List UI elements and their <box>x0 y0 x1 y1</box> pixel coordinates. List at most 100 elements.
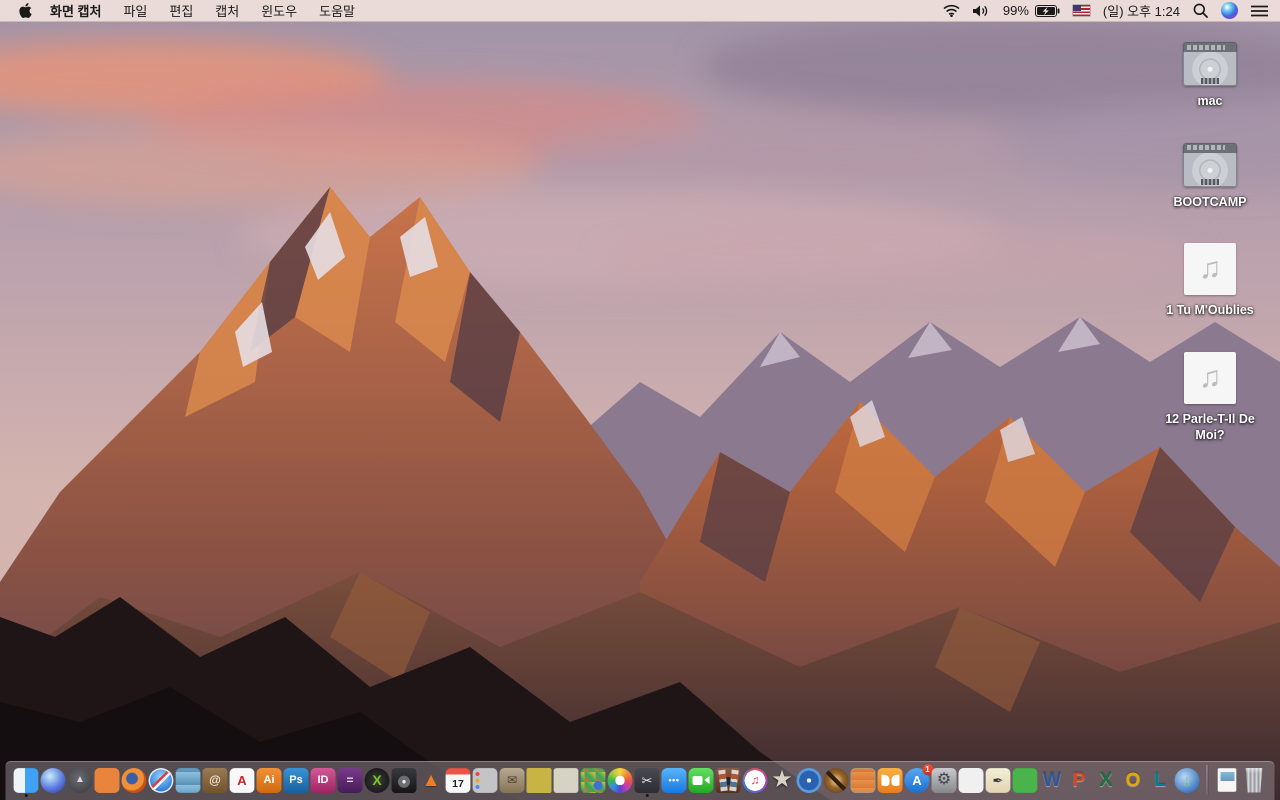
desktop-icon-tu-moublies[interactable]: ♫ 1 Tu M'Oublies <box>1166 243 1254 319</box>
stickies-icon <box>526 767 552 793</box>
photoshop-icon: Ps <box>283 767 309 793</box>
dock-garageband[interactable] <box>823 767 849 796</box>
pages-icon: ✒ <box>985 767 1011 793</box>
dock-calendar[interactable]: 17 <box>445 767 471 796</box>
dock-toast[interactable]: = <box>337 767 363 796</box>
dock-numbers[interactable] <box>1012 767 1038 796</box>
dock-reminders[interactable] <box>472 767 498 796</box>
dock-contacts[interactable]: @ <box>202 767 228 796</box>
lync-icon: L <box>1154 769 1166 791</box>
menu-item-4[interactable]: 윈도우 <box>261 1 297 20</box>
powerpoint-icon: P <box>1072 769 1086 791</box>
menu-item-2[interactable]: 편집 <box>169 1 193 20</box>
dock-grab-screen-capture[interactable]: ✂ <box>634 767 660 797</box>
dock-imovie[interactable]: ★ <box>769 767 795 796</box>
system-preferences-icon: ⚙ <box>931 767 957 793</box>
dock-lync[interactable]: L <box>1147 767 1173 796</box>
toast-icon: = <box>337 767 363 793</box>
dock-stickies[interactable] <box>526 767 552 796</box>
download-manager-icon: ↓ <box>1174 767 1200 793</box>
archive-box-app-icon: ✉ <box>499 767 525 793</box>
outlook-icon: O <box>1125 769 1141 791</box>
safari-icon <box>148 767 174 793</box>
dock-idvd[interactable] <box>796 767 822 796</box>
mission-control-icon <box>94 767 120 793</box>
menu-item-1[interactable]: 파일 <box>123 1 147 20</box>
x-media-app-icon: X <box>364 767 390 793</box>
illustrator-icon: Ai <box>256 767 282 793</box>
dock-ibooks[interactable] <box>877 767 903 796</box>
dock-excel[interactable]: X <box>1093 767 1119 796</box>
keynote-icon <box>958 767 984 793</box>
siri-icon <box>40 767 66 793</box>
audio-file-icon: ♫ <box>1183 243 1236 296</box>
volume-icon[interactable] <box>972 5 990 17</box>
dock-colorsync-document-app[interactable] <box>580 767 606 796</box>
dock-indesign[interactable]: ID <box>310 767 336 796</box>
colorsync-document-app-icon <box>580 767 606 793</box>
dock-vlc[interactable]: ▲ <box>418 767 444 796</box>
photos-icon <box>607 767 633 793</box>
dock-download-manager[interactable]: ↓ <box>1174 767 1200 796</box>
dock-trash[interactable] <box>1241 767 1267 796</box>
dock-system-preferences[interactable]: ⚙ <box>931 767 957 796</box>
dock-messages[interactable]: ••• <box>661 767 687 796</box>
dock-app-store[interactable]: A1 <box>904 764 933 796</box>
spotlight-search-icon[interactable] <box>1193 3 1208 18</box>
dock-firefox[interactable] <box>121 767 147 796</box>
desktop-icon-parle-t-il-de-moi[interactable]: ♫ 12 Parle-T-Il De Moi? <box>1153 351 1267 443</box>
reminders-icon <box>472 767 498 793</box>
battery-charging-icon[interactable] <box>1034 4 1060 17</box>
notification-center-icon[interactable] <box>1251 5 1268 17</box>
dock-photos[interactable] <box>607 767 633 796</box>
dock-mission-control[interactable] <box>94 767 120 796</box>
vlc-icon: ▲ <box>421 769 441 791</box>
firefox-icon <box>121 767 147 793</box>
apple-menu[interactable] <box>0 0 50 21</box>
document-file-icon <box>1217 768 1237 792</box>
input-source-us-flag-icon[interactable] <box>1072 5 1090 16</box>
wifi-icon[interactable] <box>943 4 960 17</box>
ibooks-icon <box>877 767 903 793</box>
dock-safari[interactable] <box>148 767 174 796</box>
dock-document-file[interactable] <box>1214 767 1240 796</box>
dock-facetime[interactable] <box>688 767 714 796</box>
dock-preview[interactable] <box>175 767 201 796</box>
dock-x-media-app[interactable]: X <box>364 767 390 796</box>
dock-disk-utility-app[interactable] <box>391 767 417 796</box>
dock-itunes[interactable]: ♫ <box>742 767 768 796</box>
active-app-menu[interactable]: 화면 캡처 <box>50 1 101 20</box>
contacts-icon: @ <box>202 767 228 793</box>
dock-keynote[interactable] <box>958 767 984 796</box>
indesign-icon: ID <box>310 767 336 793</box>
dock-illustrator[interactable]: Ai <box>256 767 282 796</box>
dock-pages[interactable]: ✒ <box>985 767 1011 796</box>
launchpad-icon: ▲ <box>67 767 93 793</box>
desktop-icon-mac[interactable]: mac <box>1183 42 1237 110</box>
dock-acrobat-reader[interactable]: A <box>229 767 255 796</box>
dock-iweb[interactable] <box>850 767 876 796</box>
dock-photoshop[interactable]: Ps <box>283 767 309 796</box>
menu-bar-clock[interactable]: (일) 오후 1:24 <box>1103 1 1180 20</box>
dock-word[interactable]: W <box>1039 767 1065 796</box>
dock-photo-booth[interactable] <box>715 767 741 796</box>
dock-archive-box-app[interactable]: ✉ <box>499 767 525 796</box>
menu-item-5[interactable]: 도움말 <box>319 1 355 20</box>
dock-outlook[interactable]: O <box>1120 767 1146 796</box>
dock-launchpad[interactable]: ▲ <box>67 767 93 796</box>
dock: ▲ @ A Ai Ps ID = X ▲ 17 ✉ ✂ ••• ♫ ★ A 1 ⚙ ✒ W P X O L ↓ <box>5 761 1275 800</box>
dock-finder[interactable] <box>13 767 39 797</box>
desktop-icon-column: mac BOOTCAMP ♫ 1 Tu M'Oublies ♫ 12 Parle… <box>1153 42 1267 476</box>
numbers-icon <box>1012 767 1038 793</box>
dock-siri[interactable] <box>40 767 66 796</box>
desktop-icon-bootcamp[interactable]: BOOTCAMP <box>1173 142 1247 211</box>
word-icon: W <box>1043 769 1061 791</box>
menu-item-3[interactable]: 캡처 <box>215 1 239 20</box>
dock-powerpoint[interactable]: P <box>1066 767 1092 796</box>
dock-notes[interactable] <box>553 767 579 796</box>
siri-icon[interactable] <box>1221 2 1238 19</box>
desktop-icon-label: BOOTCAMP <box>1173 194 1247 209</box>
itunes-icon: ♫ <box>742 767 768 793</box>
calendar-icon: 17 <box>445 767 471 793</box>
running-indicator <box>645 793 649 797</box>
